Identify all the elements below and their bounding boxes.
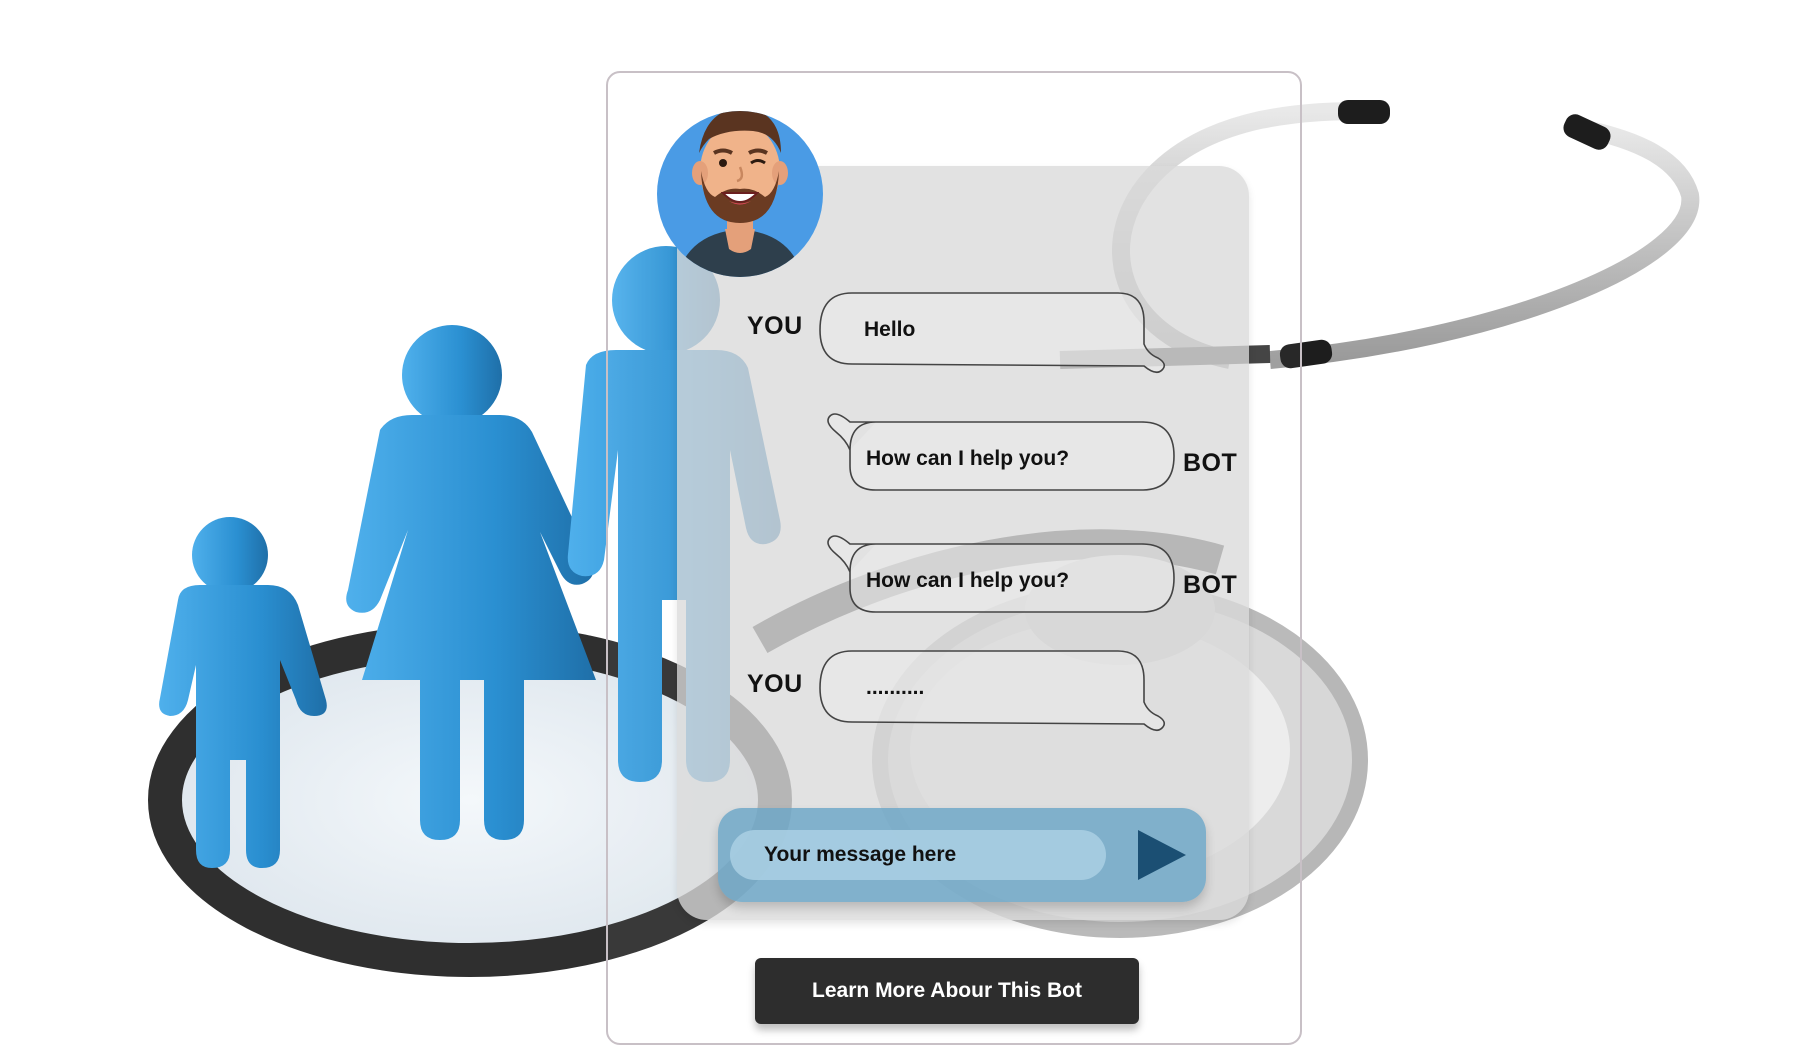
message-composer [718, 808, 1206, 902]
message-text: Hello [864, 318, 916, 341]
message-text: How can I help you? [866, 447, 1070, 470]
sender-label: YOU [747, 312, 803, 340]
message-input[interactable] [730, 830, 1106, 880]
sender-label: BOT [1183, 571, 1238, 599]
send-icon [1138, 830, 1186, 880]
sender-label: BOT [1183, 449, 1238, 477]
message-text: .......... [866, 676, 925, 699]
send-button[interactable] [1126, 826, 1190, 884]
learn-more-button[interactable]: Learn More Abour This Bot [755, 958, 1139, 1024]
bot-avatar [657, 111, 823, 277]
message-text: How can I help you? [866, 569, 1070, 592]
page: YOU Hello How can I help you? BOT How ca… [0, 0, 1818, 1064]
sender-label: YOU [747, 670, 803, 698]
